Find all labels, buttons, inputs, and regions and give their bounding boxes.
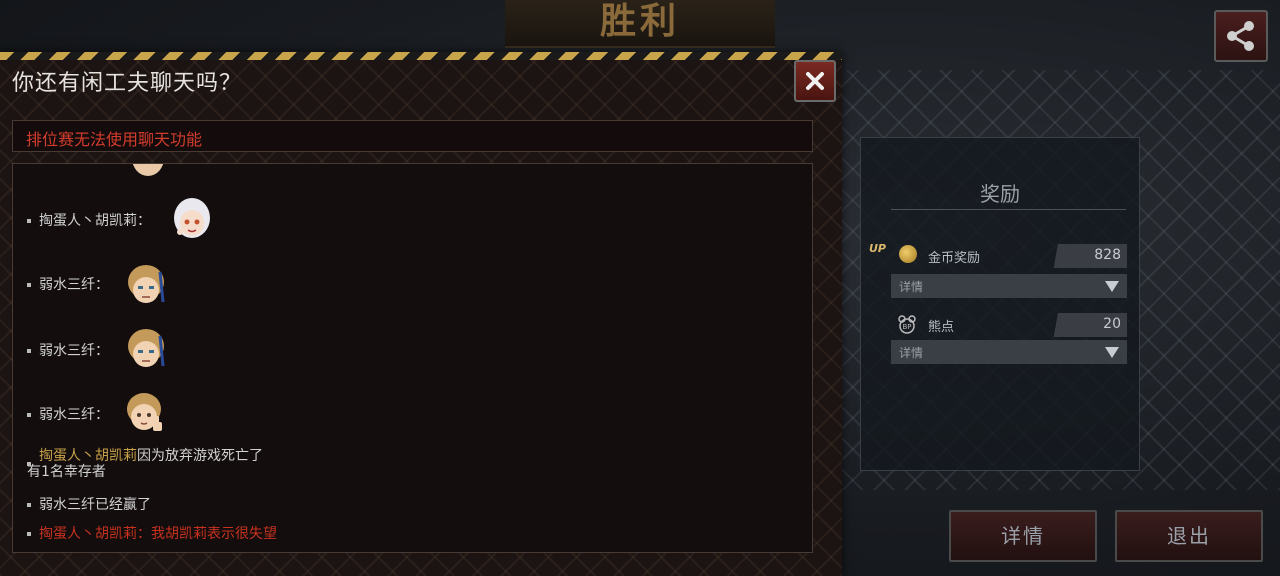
chat-disabled-notice: 排位赛无法使用聊天功能 (12, 120, 813, 152)
victory-title: 胜利 (599, 1, 680, 42)
chat-message: 弱水三纤： (27, 340, 109, 360)
bullet (27, 349, 31, 353)
chat-message: 弱水三纤： (27, 404, 109, 424)
chat-log[interactable]: 掏蛋人丶胡凯莉： 弱水三纤： 弱水三纤： 弱水三纤： 掏蛋人丶胡凯莉因为放弃游戏… (12, 163, 813, 553)
chat-separator: ： (95, 343, 109, 359)
chat-sender: 弱水三纤 (39, 277, 95, 293)
dropdown-arrow-icon (1105, 347, 1119, 358)
chat-message: 弱水三纤： (27, 274, 109, 294)
bullet (27, 462, 31, 466)
reward-value-bear: 20 (1103, 316, 1121, 332)
chat-message: 掏蛋人丶胡凯莉： (27, 210, 151, 230)
quit-player-name: 掏蛋人丶胡凯莉 (39, 448, 137, 464)
bullet (27, 503, 31, 507)
system-message-quit: 掏蛋人丶胡凯莉因为放弃游戏死亡了 有1名幸存者 (27, 448, 263, 480)
chat-message-red: 掏蛋人丶胡凯莉：我胡凯莉表示很失望 (27, 523, 277, 543)
exit-button[interactable]: 退出 (1115, 510, 1263, 562)
detail-dropdown-bear[interactable]: 详情 (891, 340, 1127, 364)
reward-title: 奖励 (980, 182, 1020, 206)
reward-value-gold: 828 (1094, 247, 1121, 263)
bullet (27, 283, 31, 287)
system-message-win: 弱水三纤已经赢了 (27, 494, 151, 514)
detail-button[interactable]: 详情 (949, 510, 1097, 562)
reward-row-gold: UP 金币奖励 828 (869, 242, 1127, 268)
partial-avatar (132, 164, 164, 176)
reward-label-bear: 熊点 (928, 320, 955, 335)
survivor-count-text: 有1名幸存者 (27, 464, 106, 480)
close-button[interactable] (794, 60, 836, 102)
close-icon (806, 72, 824, 90)
hazard-stripe (0, 52, 842, 60)
chat-separator: ： (137, 213, 151, 229)
bear-points-icon: BP (898, 315, 916, 334)
reward-row-bear: BP 熊点 20 (891, 313, 1127, 337)
notice-text: 排位赛无法使用聊天功能 (26, 130, 203, 149)
detail-dropdown-label: 详情 (899, 346, 924, 360)
gold-coin-icon (899, 245, 917, 263)
bullet (27, 413, 31, 417)
white-haired-girl-avatar (174, 198, 210, 238)
divider (891, 209, 1126, 210)
share-icon (1227, 21, 1254, 51)
reward-panel: 奖励 UP 金币奖励 828 详情 BP 熊点 20 详情 (860, 137, 1140, 471)
blonde-boy-nervous-avatar (128, 329, 165, 367)
chat-sender: 弱水三纤 (39, 407, 95, 423)
quit-text: 因为放弃游戏死亡了 (137, 448, 263, 464)
dialog-title: 你还有闲工夫聊天吗？ (12, 71, 243, 96)
up-badge: UP (869, 242, 886, 255)
svg-text:BP: BP (902, 323, 911, 331)
detail-dropdown-label: 详情 (899, 280, 924, 294)
reward-value-box: 828 (1046, 244, 1127, 268)
dropdown-arrow-icon (1105, 281, 1119, 292)
red-message-text: 掏蛋人丶胡凯莉：我胡凯莉表示很失望 (39, 526, 277, 542)
chat-dialog: 你还有闲工夫聊天吗？ 排位赛无法使用聊天功能 掏蛋人丶胡凯莉： 弱水三纤： 弱水… (0, 52, 842, 576)
win-text: 弱水三纤已经赢了 (39, 497, 151, 513)
blonde-boy-nervous-avatar (128, 265, 165, 303)
blonde-boy-thumbsup-avatar (127, 393, 162, 431)
share-button[interactable] (1214, 10, 1268, 62)
reward-value-box: 20 (1046, 313, 1127, 337)
bullet (27, 532, 31, 536)
chat-separator: ： (95, 277, 109, 293)
bullet (27, 219, 31, 223)
chat-separator: ： (95, 407, 109, 423)
chat-sender: 掏蛋人丶胡凯莉 (39, 213, 137, 229)
detail-dropdown-gold[interactable]: 详情 (891, 274, 1127, 298)
chat-sender: 弱水三纤 (39, 343, 95, 359)
reward-label-gold: 金币奖励 (928, 251, 981, 266)
